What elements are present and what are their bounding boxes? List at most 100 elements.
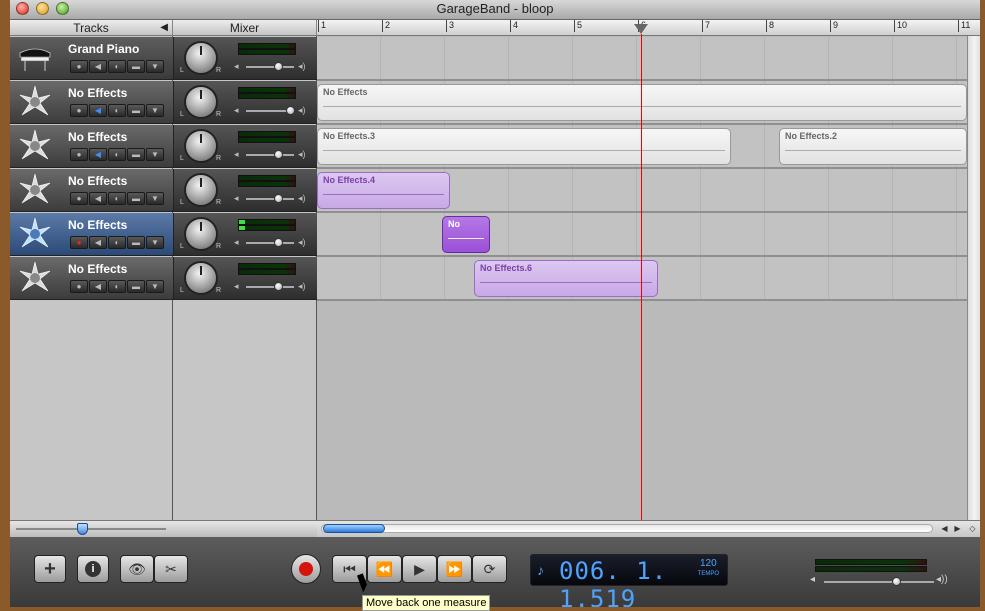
record-enable-button[interactable]: ● — [70, 60, 88, 73]
zoom-slider-thumb[interactable] — [77, 523, 88, 535]
volume-thumb[interactable] — [286, 106, 295, 115]
solo-button[interactable]: ◐ — [108, 60, 126, 73]
lock-button[interactable]: ▬ — [127, 192, 145, 205]
track-header[interactable]: No Effects ● ◀ ◐ ▬ ▼ — [10, 81, 173, 124]
scroll-thumb[interactable] — [323, 524, 385, 533]
mute-button[interactable]: ◀ — [89, 148, 107, 161]
track-lane[interactable]: No — [317, 213, 967, 257]
track-info-button[interactable]: i — [77, 555, 109, 583]
track-expand-button[interactable]: ▼ — [146, 148, 164, 161]
fast-forward-button[interactable]: ⏩ — [437, 555, 472, 583]
track-expand-button[interactable]: ▼ — [146, 60, 164, 73]
track-lane[interactable]: No Effects.4 — [317, 169, 967, 213]
track-name[interactable]: No Effects — [68, 174, 127, 188]
cycle-button[interactable]: ⟳ — [472, 555, 507, 583]
audio-region[interactable]: No Effects.2 — [779, 128, 967, 165]
rewind-button[interactable]: ⏪ — [367, 555, 402, 583]
audio-region[interactable]: No Effects — [317, 84, 967, 121]
horizontal-scrollbar[interactable]: ◀ ▶ ◇ — [317, 520, 980, 537]
track-lane[interactable] — [317, 37, 967, 81]
record-button[interactable] — [291, 554, 321, 584]
track-header[interactable]: No Effects ● ◀ ◐ ▬ ▼ — [10, 257, 173, 300]
volume-slider[interactable] — [246, 238, 294, 247]
loop-browser-button[interactable]: 👁 — [120, 555, 154, 583]
mute-button[interactable]: ◀ — [89, 280, 107, 293]
software-region[interactable]: No Effects.6 — [474, 260, 658, 297]
software-region[interactable]: No — [442, 216, 490, 253]
track-header[interactable]: No Effects ● ◀ ◐ ▬ ▼ — [10, 125, 173, 168]
track-name[interactable]: No Effects — [68, 262, 127, 276]
track-row: No Effects ● ◀ ◐ ▬ ▼ L R ◂ ◂) No Effects… — [10, 169, 980, 213]
track-expand-button[interactable]: ▼ — [146, 236, 164, 249]
record-enable-button[interactable]: ● — [70, 192, 88, 205]
track-name[interactable]: No Effects — [68, 218, 127, 232]
resize-icon[interactable]: ◇ — [967, 523, 978, 534]
track-name[interactable]: No Effects — [68, 130, 127, 144]
track-expand-button[interactable]: ▼ — [146, 192, 164, 205]
volume-thumb[interactable] — [274, 150, 283, 159]
pan-right-label: R — [216, 67, 222, 74]
lock-button[interactable]: ▬ — [127, 104, 145, 117]
record-enable-button[interactable]: ● — [70, 236, 88, 249]
volume-slider[interactable] — [246, 282, 294, 291]
volume-slider[interactable] — [246, 150, 294, 159]
solo-button[interactable]: ◐ — [108, 104, 126, 117]
editor-button[interactable]: ✂ — [154, 555, 188, 583]
volume-thumb[interactable] — [274, 282, 283, 291]
volume-thumb[interactable] — [274, 238, 283, 247]
record-enable-button[interactable]: ● — [70, 280, 88, 293]
scroll-track[interactable] — [321, 524, 933, 533]
track-expand-button[interactable]: ▼ — [146, 280, 164, 293]
pan-knob[interactable] — [186, 87, 216, 117]
track-name[interactable]: Grand Piano — [68, 42, 139, 56]
solo-button[interactable]: ◐ — [108, 148, 126, 161]
volume-slider[interactable] — [246, 62, 294, 71]
mute-button[interactable]: ◀ — [89, 192, 107, 205]
master-volume-slider[interactable] — [824, 577, 934, 586]
pan-knob[interactable] — [186, 219, 216, 249]
lock-button[interactable]: ▬ — [127, 148, 145, 161]
solo-button[interactable]: ◐ — [108, 236, 126, 249]
solo-button[interactable]: ◐ — [108, 192, 126, 205]
tempo-display[interactable]: 120 TEMPO — [698, 559, 719, 579]
master-volume-thumb[interactable] — [892, 577, 901, 586]
mute-button[interactable]: ◀ — [89, 236, 107, 249]
lock-button[interactable]: ▬ — [127, 60, 145, 73]
track-lane[interactable]: No Effects — [317, 81, 967, 125]
record-enable-button[interactable]: ● — [70, 104, 88, 117]
audio-region[interactable]: No Effects.3 — [317, 128, 731, 165]
lock-button[interactable]: ▬ — [127, 236, 145, 249]
record-enable-button[interactable]: ● — [70, 148, 88, 161]
track-header[interactable]: No Effects ● ◀ ◐ ▬ ▼ — [10, 213, 173, 256]
software-region[interactable]: No Effects.4 — [317, 172, 450, 209]
mute-button[interactable]: ◀ — [89, 104, 107, 117]
track-lane[interactable]: No Effects.6 — [317, 257, 967, 301]
track-header[interactable]: No Effects ● ◀ ◐ ▬ ▼ — [10, 169, 173, 212]
scroll-left-icon[interactable]: ◀ — [939, 523, 950, 534]
zoom-slider[interactable] — [16, 523, 166, 535]
track-name[interactable]: No Effects — [68, 86, 127, 100]
vertical-scrollbar[interactable] — [967, 36, 980, 520]
track-expand-button[interactable]: ▼ — [146, 104, 164, 117]
pan-knob[interactable] — [186, 131, 216, 161]
volume-slider[interactable] — [246, 194, 294, 203]
mute-button[interactable]: ◀ — [89, 60, 107, 73]
timeline-ruler[interactable]: 1 2 3 4 5 6 7 8 9 10 11 — [317, 20, 980, 36]
volume-thumb[interactable] — [274, 62, 283, 71]
playhead-handle[interactable] — [634, 24, 648, 34]
pan-knob[interactable] — [186, 175, 216, 205]
volume-thumb[interactable] — [274, 194, 283, 203]
volume-slider[interactable] — [246, 106, 295, 115]
play-button[interactable]: ▶ — [402, 555, 437, 583]
solo-button[interactable]: ◐ — [108, 280, 126, 293]
track-header[interactable]: Grand Piano ● ◀ ◐ ▬ ▼ — [10, 37, 173, 80]
add-track-button[interactable]: + — [34, 555, 66, 583]
pan-knob[interactable] — [186, 263, 216, 293]
pan-knob[interactable] — [186, 43, 216, 73]
playhead-line[interactable] — [641, 34, 642, 520]
lock-button[interactable]: ▬ — [127, 280, 145, 293]
triangle-left-icon[interactable]: ◀ — [160, 20, 168, 36]
scroll-right-icon[interactable]: ▶ — [952, 523, 963, 534]
track-lane[interactable]: No Effects.3 No Effects.2 — [317, 125, 967, 169]
time-display[interactable]: ♪ 006. 1. 1.519 120 TEMPO — [530, 554, 728, 607]
